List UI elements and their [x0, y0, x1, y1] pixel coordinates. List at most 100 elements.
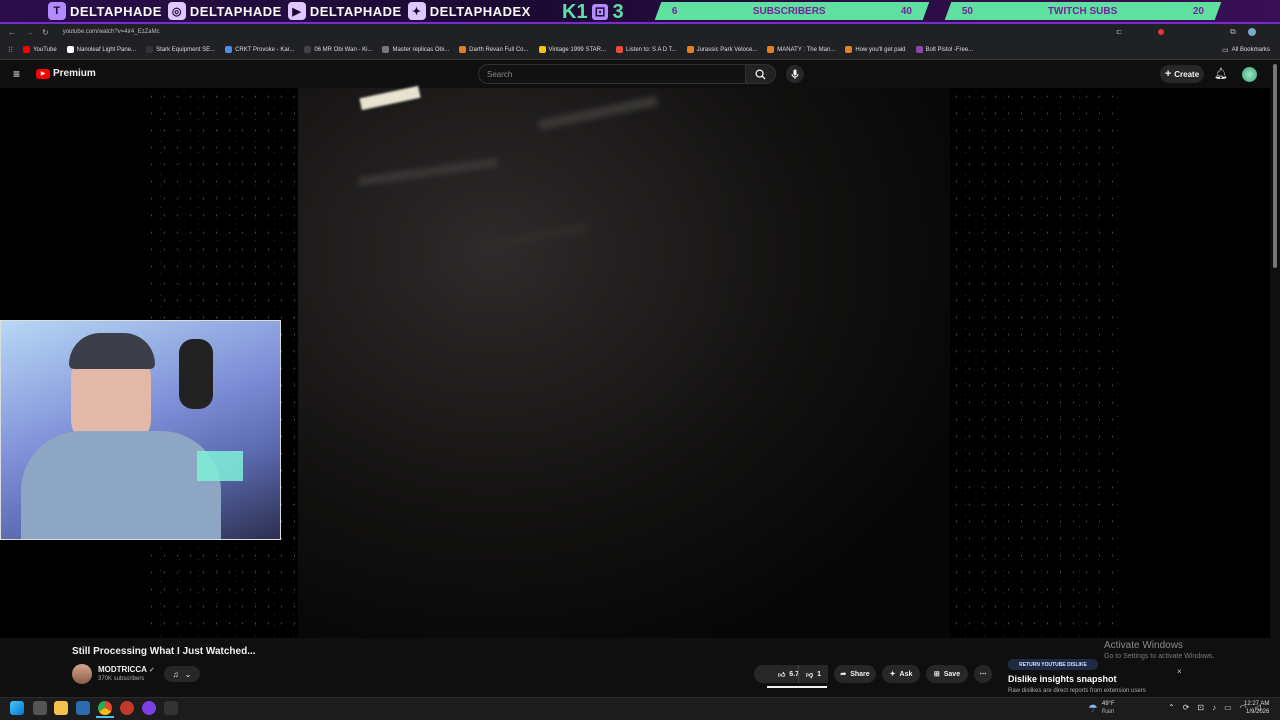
bell-icon: ♫ — [172, 669, 179, 679]
subscription-bell-button[interactable]: ♫ ⌄ — [164, 666, 200, 682]
video-frame[interactable] — [298, 85, 950, 638]
bookmark-item[interactable]: MANATY : The Man... — [767, 46, 835, 53]
bookmarks-bar: ⁝⁝ YouTube Nanoleaf Light Pane... Stark … — [0, 40, 1280, 60]
dim-streak — [478, 223, 588, 251]
kick-badge: K1 ⊡ 3 — [562, 1, 624, 23]
scrollbar-thumb[interactable] — [1273, 64, 1277, 268]
weather-temp: 49°F — [1101, 701, 1115, 707]
display-icon[interactable]: ▭ — [1224, 703, 1232, 712]
bookmark-label: Vintage 1999 STAR... — [548, 46, 606, 53]
youtube-handle: ▶ DELTAPHADE — [287, 2, 402, 20]
thumbs-up-icon: 👍︎ — [777, 671, 786, 679]
microphone-tray-icon[interactable]: ♪ — [1212, 703, 1216, 712]
bookmark-item[interactable]: 06 MR Obi Wan - Ki... — [304, 46, 372, 53]
forward-arrow-icon[interactable]: → — [26, 28, 34, 37]
more-dots-icon: ⋯ — [979, 671, 987, 678]
bookmark-item[interactable]: Nanoleaf Light Pane... — [66, 46, 137, 53]
bookmark-item[interactable]: Listen to: S A D T... — [616, 46, 677, 53]
search-button[interactable] — [746, 64, 776, 84]
bookmark-item[interactable]: How you'll get paid — [845, 46, 906, 53]
bookmark-label: Jurassic Park Veloce... — [696, 46, 758, 53]
instagram-icon: ◎ — [167, 2, 186, 20]
channel-avatar[interactable] — [72, 664, 92, 684]
clock[interactable]: 12:27 AM 1/9/2026 — [1244, 700, 1269, 716]
save-button[interactable]: ⊞ Save — [926, 665, 968, 683]
steam-icon[interactable] — [76, 701, 90, 715]
badge-number: 3 — [612, 0, 624, 23]
sync-icon[interactable]: ⟳ — [1183, 703, 1190, 712]
notifications-bell-icon[interactable]: 🔔︎ — [1214, 67, 1228, 80]
ask-button[interactable]: ✦ Ask — [882, 665, 920, 683]
file-explorer-icon[interactable] — [54, 701, 68, 715]
listen-favicon-icon — [616, 46, 623, 53]
streamer-webcam — [0, 320, 281, 540]
video-title: Still Processing What I Just Watched... — [72, 646, 256, 657]
folder-icon: ▭ — [1222, 47, 1229, 54]
discord-icon[interactable] — [142, 701, 156, 715]
microphone-icon — [791, 69, 799, 79]
jurassic-favicon-icon — [686, 46, 694, 53]
bookmark-label: MANATY : The Man... — [777, 46, 836, 53]
dim-streak — [358, 158, 498, 186]
back-arrow-icon[interactable]: ← — [8, 28, 16, 37]
bookmark-item[interactable]: CRKT Provoke - Kar... — [225, 46, 294, 53]
bookmark-plus-icon: ⊞ — [933, 671, 940, 678]
premium-label: Premium — [53, 68, 96, 79]
stream-overlay-banner: T DELTAPHADE ◎ DELTAPHADE ▶ DELTAPHADE ✦ DEL… — [0, 0, 1280, 24]
return-youtube-dislike-badge: RETURN YOUTUBE DISLIKE — [1008, 659, 1098, 670]
search-icon — [755, 69, 766, 80]
share-label: Share — [850, 670, 870, 678]
handle-text: DELTAPHADEX — [429, 3, 531, 19]
bookmark-label: Bolt Pistol -Free... — [925, 46, 974, 53]
bookmark-item[interactable]: Stark Equipment SE... — [146, 46, 215, 53]
vintage-favicon-icon — [538, 46, 546, 53]
bookmark-item[interactable]: Bolt Pistol -Free... — [915, 46, 974, 53]
record-indicator-icon — [1158, 29, 1164, 35]
more-actions-button[interactable]: ⋯ — [974, 665, 992, 683]
save-label: Save — [943, 670, 961, 678]
tray-chevron-icon[interactable]: ⌃ — [1168, 703, 1175, 712]
bookmark-label: Nanoleaf Light Pane... — [76, 46, 137, 53]
clock-time: 12:27 AM — [1244, 701, 1270, 707]
close-icon[interactable]: × — [1177, 667, 1182, 676]
network-icon[interactable]: ⊡ — [1197, 703, 1204, 712]
hamburger-menu-icon[interactable]: ≡ — [13, 67, 20, 81]
weather-desc: Rain — [1101, 709, 1115, 715]
search-input[interactable]: Search — [478, 64, 746, 84]
obs-icon[interactable] — [120, 701, 134, 715]
extensions-icon[interactable]: ⧉ — [1230, 27, 1236, 37]
dislike-button[interactable]: 👎︎ 1 — [798, 665, 828, 683]
bookmark-item[interactable]: Darth Revan Full Co... — [459, 46, 529, 53]
windows-start-icon[interactable] — [10, 701, 24, 715]
weather-widget[interactable]: ☂ 49°F Rain — [1088, 700, 1115, 716]
bookmark-label: How you'll get paid — [855, 46, 906, 53]
chrome-icon[interactable] — [98, 701, 112, 715]
like-ratio-bar — [767, 686, 827, 688]
all-bookmarks-folder[interactable]: ▭ All Bookmarks — [1222, 46, 1270, 54]
activate-windows-title: Activate Windows — [1104, 640, 1183, 651]
profile-avatar[interactable] — [1248, 28, 1256, 36]
dislike-insights-subtitle: Raw dislikes are direct reports from ext… — [1008, 688, 1146, 694]
crkt-favicon-icon — [225, 46, 233, 53]
address-bar[interactable]: youtube.com/watch?v=4ir4_EzZaMc — [63, 29, 160, 35]
reload-icon[interactable]: ↻ — [42, 28, 49, 37]
create-label: Create — [1174, 69, 1200, 79]
create-button[interactable]: + Create — [1160, 65, 1204, 83]
hoodie-shape — [21, 431, 221, 539]
youtube-logo[interactable]: ▶ Premium — [36, 68, 96, 79]
app-icon[interactable] — [164, 701, 178, 715]
task-view-icon[interactable] — [33, 701, 47, 715]
bookmark-item[interactable]: Jurassic Park Veloce... — [686, 46, 758, 53]
bookmark-item[interactable]: Master replicas Obi... — [382, 46, 449, 53]
bookmark-item[interactable]: YouTube — [23, 46, 57, 53]
goal-target: 20 — [1192, 5, 1204, 17]
share-button[interactable]: ➦ Share — [834, 665, 876, 683]
channel-name[interactable]: MODTRICCA ✓ — [98, 665, 155, 674]
monitor-glow — [197, 451, 243, 481]
voice-search-button[interactable] — [786, 65, 804, 83]
cast-icon[interactable]: ⊏ — [1116, 27, 1123, 36]
apps-grid-icon[interactable]: ⁝⁝ — [8, 45, 13, 54]
account-avatar[interactable] — [1242, 67, 1257, 82]
goal-label: SUBSCRIBERS — [752, 5, 826, 17]
bookmark-item[interactable]: Vintage 1999 STAR... — [538, 46, 606, 53]
